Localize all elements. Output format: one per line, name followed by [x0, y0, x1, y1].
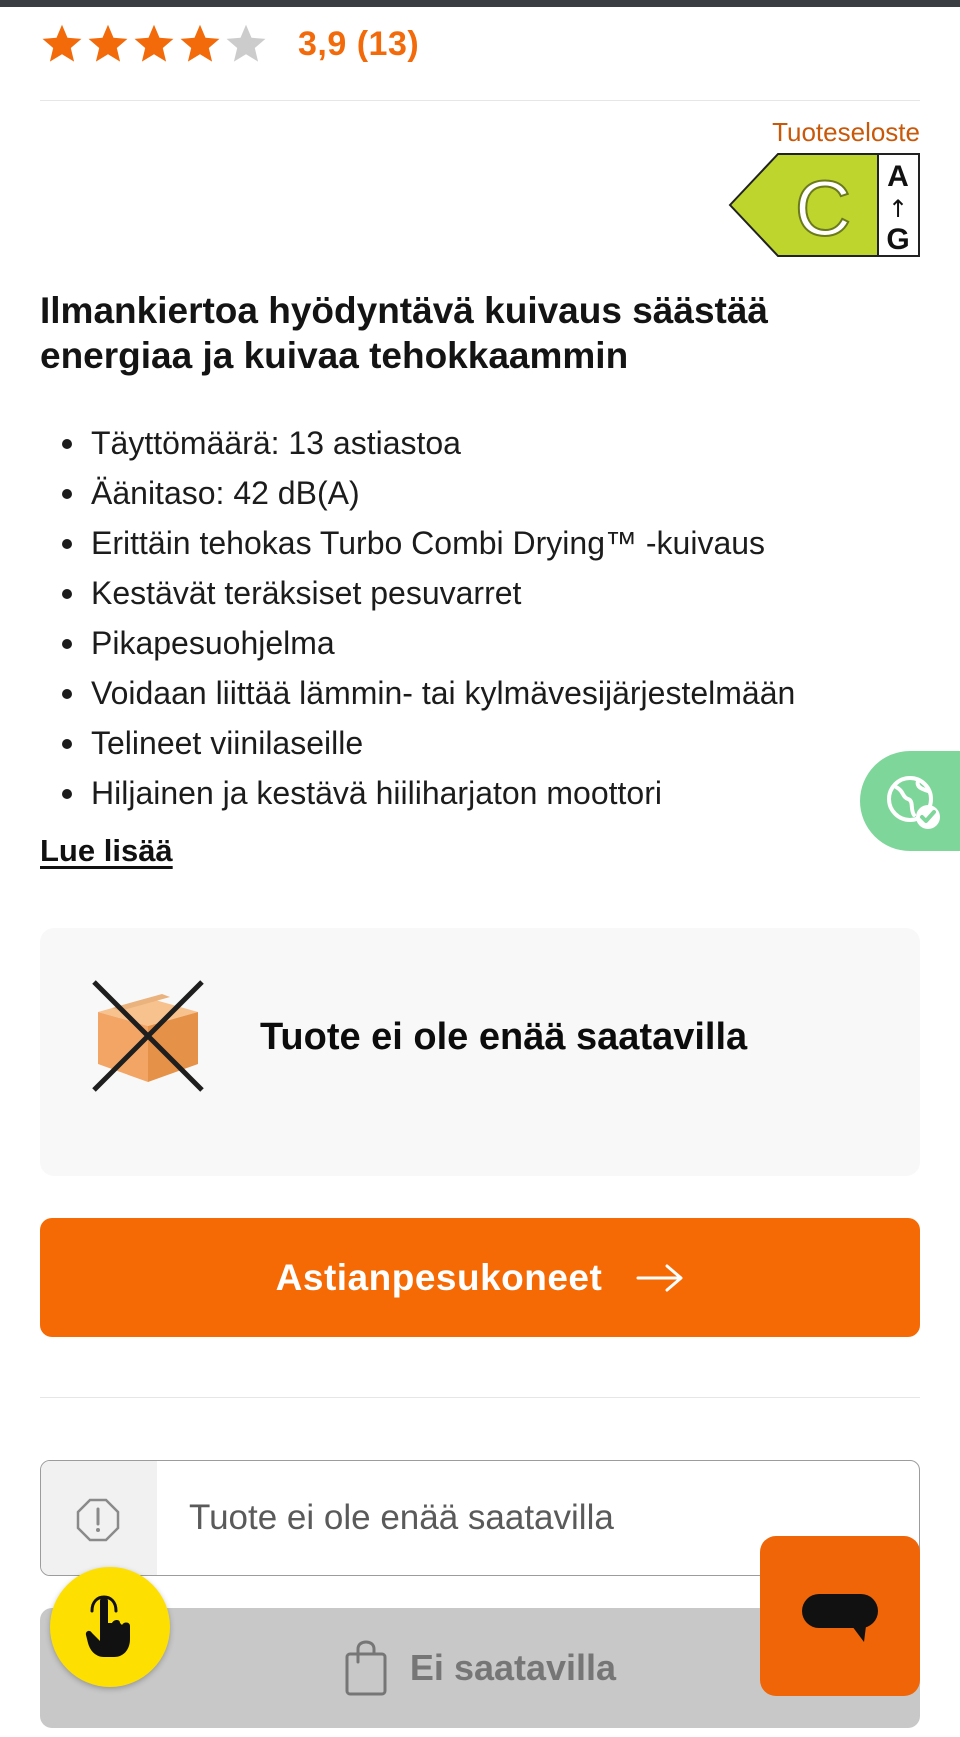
product-sheet-link[interactable]: Tuoteseloste — [772, 117, 920, 148]
alert-octagon-icon — [76, 1498, 120, 1542]
star-empty-icon — [226, 24, 266, 62]
feature-item: Voidaan liittää lämmin- tai kylmävesijär… — [40, 668, 795, 718]
chat-button[interactable] — [760, 1536, 920, 1696]
energy-class-letter: C — [795, 164, 851, 252]
energy-class-label[interactable]: C A ↑ G — [728, 152, 921, 258]
read-more-link[interactable]: Lue lisää — [40, 833, 173, 869]
feature-item: Telineet viinilaseille — [40, 718, 795, 768]
divider — [40, 1397, 920, 1398]
feature-item: Kestävät teräksiset pesuvarret — [40, 568, 795, 618]
status-bar-edge — [0, 0, 960, 7]
feature-item: Äänitaso: 42 dB(A) — [40, 468, 795, 518]
unavailable-message: Tuote ei ole enää saatavilla — [260, 1016, 748, 1058]
star-filled-icon — [180, 24, 220, 62]
feature-item: Pikapesuohjelma — [40, 618, 795, 668]
globe-check-icon — [887, 776, 940, 829]
star-filled-icon — [42, 24, 82, 62]
category-button-label: Astianpesukoneet — [275, 1256, 603, 1298]
add-to-cart-label: Ei saatavilla — [409, 1647, 617, 1688]
star-filled-icon — [88, 24, 128, 62]
product-headline: Ilmankiertoa hyödyntävä kuivaus säästää … — [40, 290, 769, 376]
feature-item: Hiljainen ja kestävä hiiliharjaton moott… — [40, 768, 795, 818]
rating-stars — [40, 22, 268, 66]
star-filled-icon — [134, 24, 174, 62]
unavailable-notice: Tuote ei ole enää saatavilla — [40, 928, 920, 1176]
feature-item: Täyttömäärä: 13 astiastoa — [40, 418, 795, 468]
hand-pointer-icon — [85, 1595, 130, 1657]
feature-item: Erittäin tehokas Turbo Combi Drying™ -ku… — [40, 518, 795, 568]
energy-scale-arrow: ↑ — [888, 195, 908, 223]
crossed-box-icon — [92, 980, 204, 1092]
accessibility-button[interactable] — [50, 1567, 170, 1687]
chat-bubble-icon — [802, 1594, 878, 1642]
stock-status-text: Tuote ei ole enää saatavilla — [189, 1498, 614, 1537]
category-button[interactable]: Astianpesukoneet — [40, 1218, 920, 1337]
energy-scale-top: A — [887, 160, 909, 193]
feature-list: Täyttömäärä: 13 astiastoa Äänitaso: 42 dB… — [40, 418, 795, 818]
shopping-bag-icon — [345, 1640, 387, 1696]
energy-class-badge: C A ↑ G — [728, 153, 920, 257]
arrow-right-icon — [636, 1263, 684, 1293]
stock-status-icon-cell — [41, 1461, 157, 1575]
eco-badge-button[interactable] — [860, 751, 960, 851]
energy-scale-bottom: G — [886, 223, 909, 256]
divider — [40, 100, 920, 101]
product-rating[interactable]: 3,9 (13) — [40, 22, 419, 66]
rating-value: 3,9 (13) — [298, 24, 420, 63]
